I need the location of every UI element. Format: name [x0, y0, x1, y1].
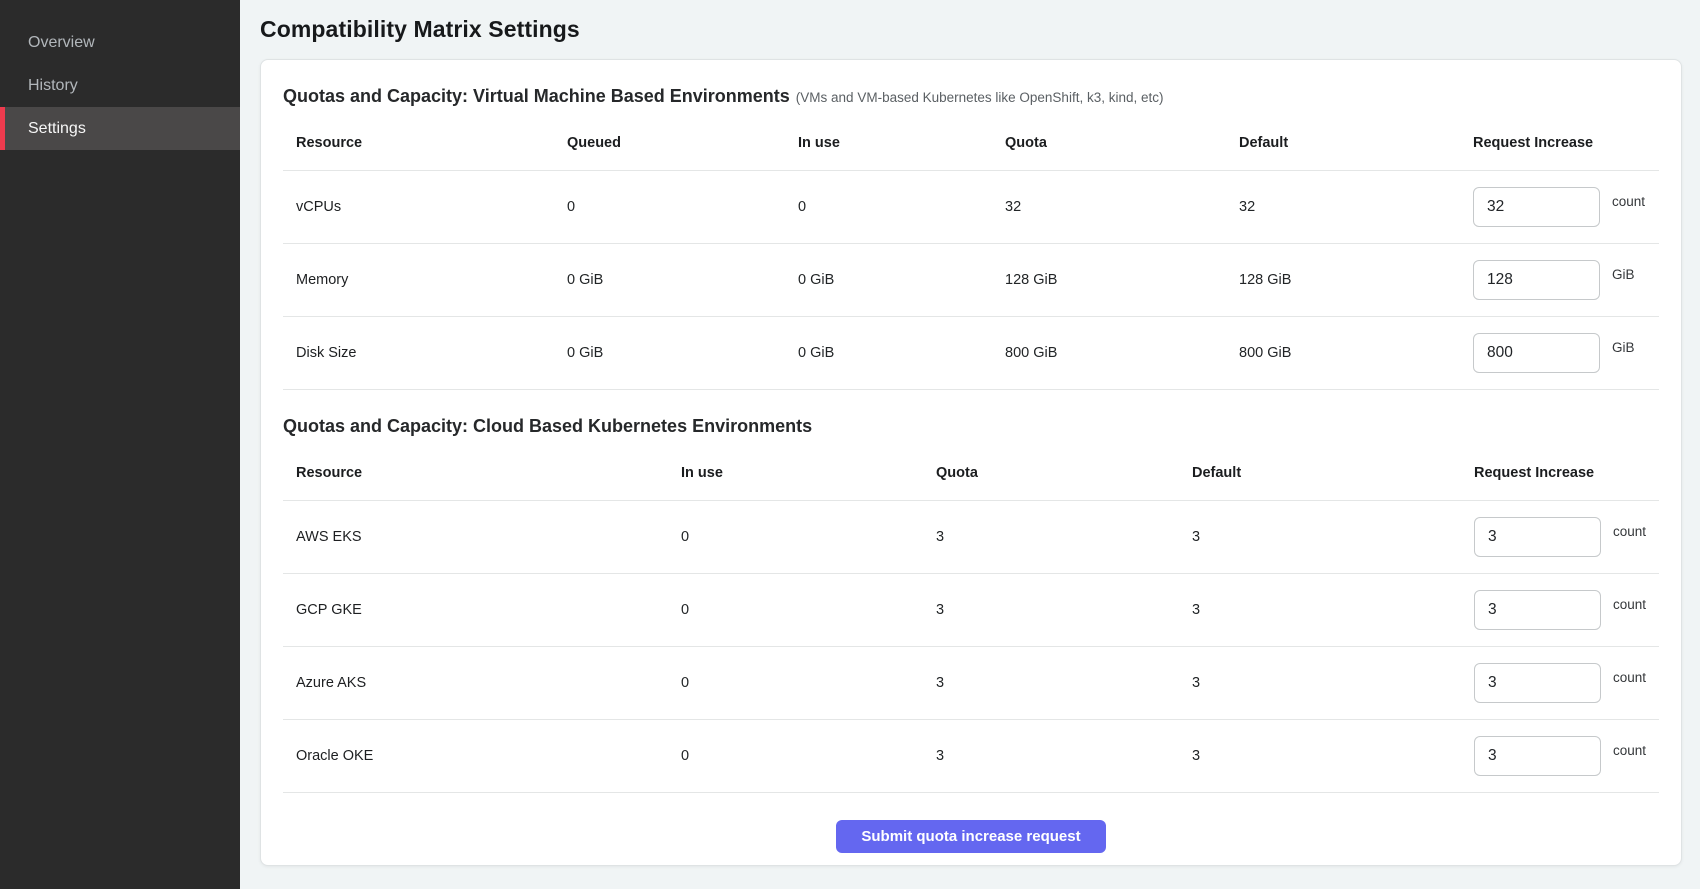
- request-increase-cell: count: [1474, 663, 1659, 703]
- column-header-quota: Quota: [1005, 135, 1239, 151]
- cloud-section-title: Quotas and Capacity: Cloud Based Kuberne…: [283, 416, 812, 436]
- cell-resource: Azure AKS: [283, 675, 681, 691]
- table-row: Oracle OKE033count: [283, 720, 1659, 793]
- request-increase-input[interactable]: [1474, 590, 1601, 630]
- cell-queued: 0 GiB: [567, 345, 798, 361]
- cell-in-use: 0: [798, 199, 1005, 215]
- cell-in-use: 0: [681, 529, 936, 545]
- request-increase-cell: count: [1474, 517, 1659, 557]
- submit-quota-increase-button[interactable]: Submit quota increase request: [836, 820, 1105, 853]
- section-heading: Quotas and Capacity: Virtual Machine Bas…: [283, 82, 1659, 110]
- cell-quota: 3: [936, 748, 1192, 764]
- request-increase-input[interactable]: [1473, 260, 1600, 300]
- cell-resource: GCP GKE: [283, 602, 681, 618]
- cell-quota: 800 GiB: [1005, 345, 1239, 361]
- unit-label: count: [1613, 670, 1646, 685]
- column-header-resource: Resource: [283, 465, 681, 481]
- column-header-default: Default: [1239, 135, 1473, 151]
- cell-resource: Memory: [283, 272, 567, 288]
- unit-label: GiB: [1612, 267, 1635, 282]
- table-row: GCP GKE033count: [283, 574, 1659, 647]
- request-increase-input[interactable]: [1473, 333, 1600, 373]
- vm-table-header: ResourceQueuedIn useQuotaDefaultRequest …: [283, 110, 1659, 171]
- sidebar: OverviewHistorySettings: [0, 0, 240, 889]
- table-row: Azure AKS033count: [283, 647, 1659, 720]
- column-header-resource: Resource: [283, 135, 567, 151]
- unit-label: count: [1613, 524, 1646, 539]
- unit-label: count: [1613, 743, 1646, 758]
- cell-default: 3: [1192, 529, 1474, 545]
- table-row: Memory0 GiB0 GiB128 GiB128 GiBGiB: [283, 244, 1659, 317]
- column-header-queued: Queued: [567, 135, 798, 151]
- request-increase-cell: count: [1473, 187, 1659, 227]
- cell-in-use: 0: [681, 602, 936, 618]
- section-vm-environments: Quotas and Capacity: Virtual Machine Bas…: [283, 82, 1659, 390]
- sidebar-item-history[interactable]: History: [0, 64, 240, 107]
- column-header-in-use: In use: [798, 135, 1005, 151]
- request-increase-cell: count: [1474, 736, 1659, 776]
- cell-queued: 0: [567, 199, 798, 215]
- cell-quota: 3: [936, 529, 1192, 545]
- cell-default: 128 GiB: [1239, 272, 1473, 288]
- request-increase-cell: count: [1474, 590, 1659, 630]
- request-increase-cell: GiB: [1473, 260, 1659, 300]
- vm-section-subtitle: (VMs and VM-based Kubernetes like OpenSh…: [796, 90, 1164, 105]
- settings-card: Quotas and Capacity: Virtual Machine Bas…: [260, 59, 1682, 866]
- sidebar-item-overview[interactable]: Overview: [0, 21, 240, 64]
- cloud-table-body: AWS EKS033countGCP GKE033countAzure AKS0…: [283, 501, 1659, 793]
- column-header-quota: Quota: [936, 465, 1192, 481]
- cell-in-use: 0 GiB: [798, 345, 1005, 361]
- sidebar-item-settings[interactable]: Settings: [0, 107, 240, 150]
- cell-default: 32: [1239, 199, 1473, 215]
- page-title: Compatibility Matrix Settings: [260, 16, 1682, 43]
- request-increase-input[interactable]: [1474, 517, 1601, 557]
- column-header-default: Default: [1192, 465, 1474, 481]
- column-header-request-increase: Request Increase: [1473, 135, 1659, 151]
- cloud-table-header: ResourceIn useQuotaDefaultRequest Increa…: [283, 440, 1659, 501]
- unit-label: count: [1613, 597, 1646, 612]
- column-header-request-increase: Request Increase: [1474, 465, 1659, 481]
- vm-section-title: Quotas and Capacity: Virtual Machine Bas…: [283, 86, 790, 106]
- unit-label: GiB: [1612, 340, 1635, 355]
- cell-default: 3: [1192, 748, 1474, 764]
- column-header-in-use: In use: [681, 465, 936, 481]
- cell-default: 3: [1192, 602, 1474, 618]
- cell-in-use: 0 GiB: [798, 272, 1005, 288]
- cell-resource: Oracle OKE: [283, 748, 681, 764]
- cell-resource: vCPUs: [283, 199, 567, 215]
- cell-in-use: 0: [681, 675, 936, 691]
- cell-default: 800 GiB: [1239, 345, 1473, 361]
- vm-table-body: vCPUs003232countMemory0 GiB0 GiB128 GiB1…: [283, 171, 1659, 390]
- section-heading: Quotas and Capacity: Cloud Based Kuberne…: [283, 412, 1659, 440]
- main-content: Compatibility Matrix Settings Quotas and…: [240, 0, 1700, 889]
- request-increase-cell: GiB: [1473, 333, 1659, 373]
- button-bar: Submit quota increase request: [283, 793, 1659, 870]
- cell-in-use: 0: [681, 748, 936, 764]
- cell-resource: AWS EKS: [283, 529, 681, 545]
- table-row: Disk Size0 GiB0 GiB800 GiB800 GiBGiB: [283, 317, 1659, 390]
- unit-label: count: [1612, 194, 1645, 209]
- request-increase-input[interactable]: [1474, 663, 1601, 703]
- sidebar-nav: OverviewHistorySettings: [0, 21, 240, 150]
- cell-quota: 32: [1005, 199, 1239, 215]
- cell-quota: 128 GiB: [1005, 272, 1239, 288]
- cell-queued: 0 GiB: [567, 272, 798, 288]
- cell-quota: 3: [936, 602, 1192, 618]
- request-increase-input[interactable]: [1473, 187, 1600, 227]
- request-increase-input[interactable]: [1474, 736, 1601, 776]
- table-row: AWS EKS033count: [283, 501, 1659, 574]
- cell-default: 3: [1192, 675, 1474, 691]
- table-row: vCPUs003232count: [283, 171, 1659, 244]
- cell-quota: 3: [936, 675, 1192, 691]
- section-cloud-environments: Quotas and Capacity: Cloud Based Kuberne…: [283, 412, 1659, 793]
- cell-resource: Disk Size: [283, 345, 567, 361]
